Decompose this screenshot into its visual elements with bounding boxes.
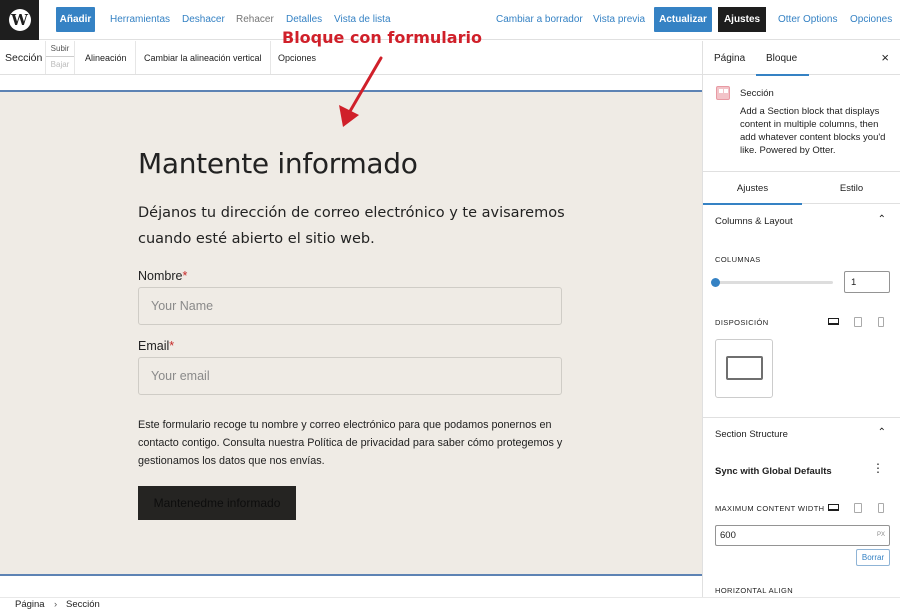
settings-button[interactable]: Ajustes — [718, 7, 766, 32]
tablet-icon[interactable] — [854, 317, 862, 327]
breadcrumb: Página › Sección — [0, 597, 900, 610]
block-card-title: Sección — [740, 88, 774, 99]
options-button[interactable]: Opciones — [850, 14, 892, 25]
tab-page[interactable]: Página — [714, 41, 745, 75]
max-content-width-label: MAXIMUM CONTENT WIDTH — [715, 504, 825, 513]
section-block-icon — [716, 86, 730, 100]
name-field-label: Nombre* — [138, 269, 187, 283]
list-view-button[interactable]: Vista de lista — [334, 14, 391, 25]
wordpress-icon: W — [8, 9, 31, 31]
breadcrumb-separator: › — [54, 599, 58, 610]
block-card-description: Add a Section block that displays conten… — [740, 106, 886, 156]
single-column-icon — [726, 356, 763, 380]
redo-button[interactable]: Rehacer — [236, 14, 274, 25]
block-type-button[interactable]: Sección — [0, 41, 50, 74]
section-block[interactable]: Mantente informado Déjanos tu dirección … — [0, 90, 702, 576]
name-input[interactable]: Your Name — [138, 287, 562, 325]
more-options-icon[interactable]: ⋮ — [872, 461, 884, 475]
switch-to-draft-button[interactable]: Cambiar a borrador — [496, 14, 583, 25]
tab-block[interactable]: Bloque — [755, 41, 810, 76]
required-mark: * — [182, 269, 188, 283]
horizontal-align-label: HORIZONTAL ALIGN — [715, 586, 794, 595]
tab-style[interactable]: Estilo — [802, 172, 900, 204]
section-structure-panel-toggle[interactable]: Section Structure — [715, 429, 788, 440]
chevron-up-icon[interactable]: ⌃ — [878, 427, 886, 438]
columns-label: COLUMNAS — [715, 255, 761, 264]
tab-settings[interactable]: Ajustes — [703, 172, 802, 205]
otter-options-button[interactable]: Otter Options — [778, 14, 837, 25]
form-intro: Déjanos tu dirección de correo electróni… — [138, 205, 565, 247]
email-input[interactable]: Your email — [138, 357, 562, 395]
vertical-alignment-button[interactable]: Cambiar la alineación vertical — [136, 41, 271, 74]
wordpress-logo-button[interactable]: W — [0, 0, 39, 40]
form-title: Mantente informado — [138, 147, 418, 180]
sidebar-tabs: Página Bloque × — [703, 41, 900, 76]
columns-number-input[interactable]: 1 — [844, 271, 890, 293]
layout-label: DISPOSICIÓN — [715, 318, 769, 327]
email-field-label: Email* — [138, 339, 174, 353]
undo-button[interactable]: Deshacer — [182, 14, 225, 25]
inspector-tabs: Ajustes Estilo — [703, 171, 900, 205]
close-sidebar-icon[interactable]: × — [881, 50, 889, 65]
desktop-icon[interactable] — [828, 318, 839, 325]
block-movers: Subir Bajar — [45, 41, 75, 74]
unit-label: PX — [876, 532, 885, 538]
chevron-up-icon[interactable]: ⌃ — [878, 214, 886, 225]
mobile-icon[interactable] — [878, 317, 884, 327]
name-label-text: Nombre — [138, 269, 183, 283]
columns-layout-panel-toggle[interactable]: Columns & Layout — [715, 216, 793, 227]
breadcrumb-page[interactable]: Página — [15, 599, 45, 610]
sync-global-defaults-label: Sync with Global Defaults — [715, 466, 832, 477]
columns-slider[interactable] — [711, 278, 833, 287]
desktop-icon[interactable] — [828, 504, 839, 511]
breadcrumb-section[interactable]: Sección — [66, 599, 100, 610]
max-width-value: 600 — [720, 530, 736, 541]
update-button[interactable]: Actualizar — [654, 7, 712, 32]
move-down-button[interactable]: Bajar — [46, 57, 74, 73]
settings-sidebar: Página Bloque × Sección Add a Section bl… — [702, 41, 900, 597]
email-label-text: Email — [138, 339, 170, 353]
panel-divider — [703, 417, 900, 418]
max-width-input[interactable]: 600 PX — [715, 525, 890, 546]
details-button[interactable]: Detalles — [286, 14, 322, 25]
annotation-arrow-icon — [339, 56, 383, 127]
tablet-icon[interactable] — [854, 503, 862, 513]
reset-button[interactable]: Borrar — [856, 549, 890, 566]
privacy-notice: Este formulario recoge tu nombre y corre… — [138, 419, 563, 467]
tools-button[interactable]: Herramientas — [110, 14, 170, 25]
alignment-button[interactable]: Alineación — [77, 41, 136, 74]
mobile-icon[interactable] — [878, 503, 884, 513]
annotation-label: Bloque con formulario — [282, 28, 482, 47]
slider-thumb[interactable] — [711, 278, 720, 287]
layout-option-single[interactable] — [715, 339, 773, 398]
move-up-button[interactable]: Subir — [46, 41, 74, 57]
add-block-button[interactable]: Añadir — [56, 7, 95, 32]
preview-button[interactable]: Vista previa — [593, 14, 645, 25]
required-mark: * — [169, 339, 175, 353]
submit-button[interactable]: Mantenedme informado — [138, 486, 296, 520]
